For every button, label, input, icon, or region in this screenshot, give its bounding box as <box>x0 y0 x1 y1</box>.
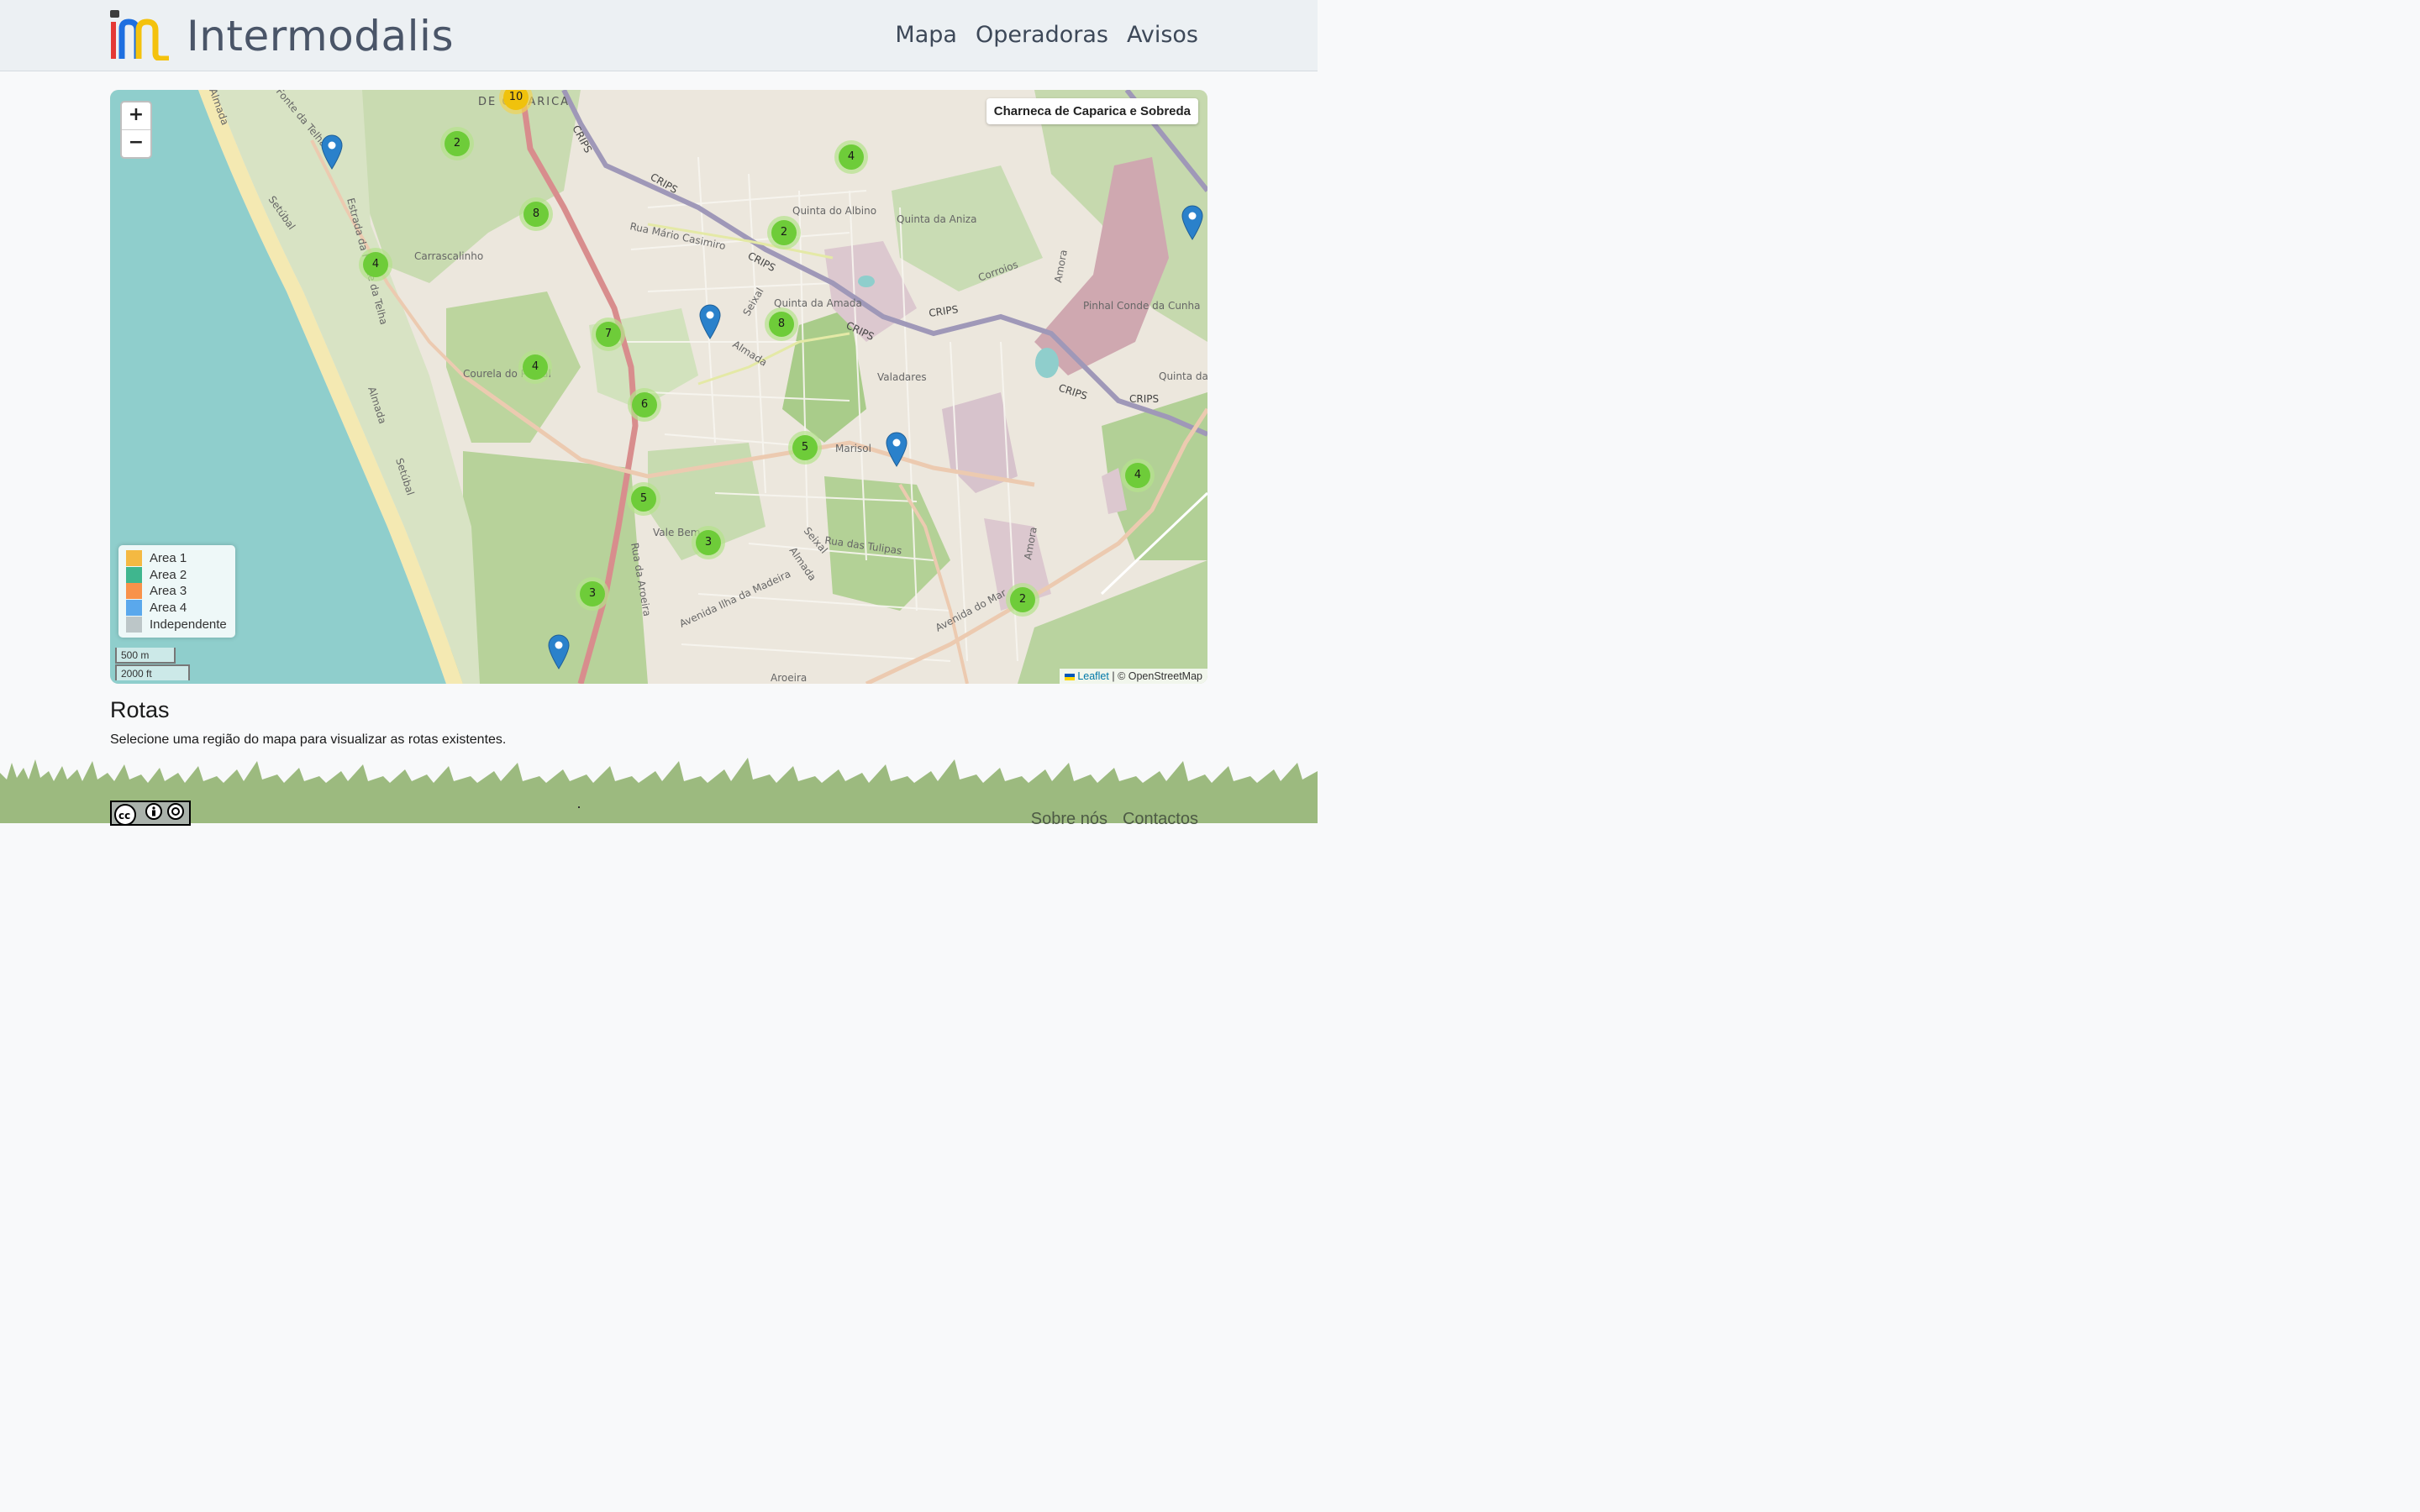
section-title: Rotas <box>110 697 170 722</box>
cluster-marker[interactable]: 5 <box>788 431 822 465</box>
footer-link-contactos[interactable]: Contactos <box>1123 810 1198 829</box>
legend-item: Area 1 <box>126 550 229 567</box>
footer: cc Sobre nós Contactos <box>0 786 1318 828</box>
map-pin-icon[interactable] <box>321 134 343 170</box>
map[interactable]: DE CAPARICA CRIPS CRIPS CRIPS CRIPS CRIP… <box>110 90 1207 684</box>
legend-swatch <box>126 600 142 617</box>
nav-avisos[interactable]: Avisos <box>1127 22 1198 48</box>
cluster-marker[interactable]: 4 <box>359 248 392 281</box>
map-attribution: Leaflet | © OpenStreetMap <box>1060 669 1207 684</box>
footer-links: Sobre nós Contactos <box>1031 810 1198 829</box>
legend-swatch <box>126 550 142 567</box>
footer-link-sobre-nos[interactable]: Sobre nós <box>1031 810 1107 829</box>
label-quinta-aniza: Quinta da Aniza <box>897 213 976 225</box>
label-pinhal-conde: Pinhal Conde da Cunha <box>1083 300 1201 312</box>
creative-commons-badge-icon[interactable]: cc <box>110 801 191 826</box>
intermodalis-logo-icon[interactable] <box>110 10 171 60</box>
label-aroeira: Aroeira <box>771 672 807 684</box>
label-valadares: Valadares <box>877 371 927 383</box>
map-legend: Area 1 Area 2 Area 3 Area 4 Independente <box>118 545 235 638</box>
cluster-marker[interactable]: 4 <box>834 140 868 174</box>
cluster-marker[interactable]: 4 <box>1121 459 1155 492</box>
scale-imperial: 2000 ft <box>115 664 190 680</box>
label-quinta-albino: Quinta do Albino <box>792 205 876 217</box>
zoom-control: + − <box>120 101 152 159</box>
cluster-marker[interactable]: 7 <box>592 318 625 351</box>
region-label: Charneca de Caparica e Sobreda <box>986 98 1198 124</box>
cluster-marker[interactable]: 2 <box>440 127 474 160</box>
cluster-marker[interactable]: 4 <box>518 350 552 384</box>
footer-dot <box>578 806 580 808</box>
cluster-marker[interactable]: 6 <box>628 388 661 422</box>
cluster-marker[interactable]: 3 <box>576 577 609 611</box>
map-pin-icon[interactable] <box>548 634 570 669</box>
cluster-marker[interactable]: 8 <box>519 197 553 231</box>
cluster-marker[interactable]: 5 <box>627 482 660 516</box>
header: Intermodalis Mapa Operadoras Avisos <box>0 0 1318 71</box>
main-nav: Mapa Operadoras Avisos <box>895 22 1198 48</box>
legend-item: Area 3 <box>126 583 229 600</box>
osm-attribution: | © OpenStreetMap <box>1112 670 1202 682</box>
map-tiles[interactable]: DE CAPARICA CRIPS CRIPS CRIPS CRIPS CRIP… <box>110 90 1207 684</box>
label-quinta-amada: Quinta da Amada <box>774 297 862 309</box>
legend-item: Independente <box>126 616 229 633</box>
map-pin-icon[interactable] <box>1181 205 1203 240</box>
scale-metric: 500 m <box>115 648 176 664</box>
cluster-marker[interactable]: 3 <box>692 526 725 559</box>
zoom-out-button[interactable]: − <box>122 129 150 157</box>
app-name[interactable]: Intermodalis <box>187 12 454 60</box>
svg-text:cc: cc <box>118 810 130 822</box>
label-crips-7: CRIPS <box>1129 393 1159 405</box>
legend-swatch <box>126 616 142 633</box>
zoom-in-button[interactable]: + <box>122 102 150 129</box>
nav-mapa[interactable]: Mapa <box>895 22 957 48</box>
map-pin-icon[interactable] <box>699 304 721 339</box>
grass-decoration <box>0 758 1318 788</box>
scale-bar: 500 m 2000 ft <box>115 648 190 680</box>
label-quinta-charnequinha: Quinta da Charnequinha <box>1159 370 1207 382</box>
legend-swatch <box>126 583 142 600</box>
legend-swatch <box>126 566 142 583</box>
legend-item: Area 2 <box>126 566 229 584</box>
leaflet-link[interactable]: Leaflet <box>1077 670 1109 682</box>
cluster-marker[interactable]: 2 <box>1006 583 1039 617</box>
label-carrascalinho: Carrascalinho <box>414 250 483 262</box>
label-marisol: Marisol <box>835 443 871 454</box>
nav-operadoras[interactable]: Operadoras <box>976 22 1108 48</box>
cluster-marker[interactable]: 2 <box>767 216 801 249</box>
section-description: Selecione uma região do mapa para visual… <box>110 732 507 747</box>
map-pin-icon[interactable] <box>886 432 908 467</box>
ukraine-flag-icon <box>1065 673 1076 680</box>
cluster-marker[interactable]: 8 <box>765 307 798 341</box>
legend-item: Area 4 <box>126 600 229 617</box>
